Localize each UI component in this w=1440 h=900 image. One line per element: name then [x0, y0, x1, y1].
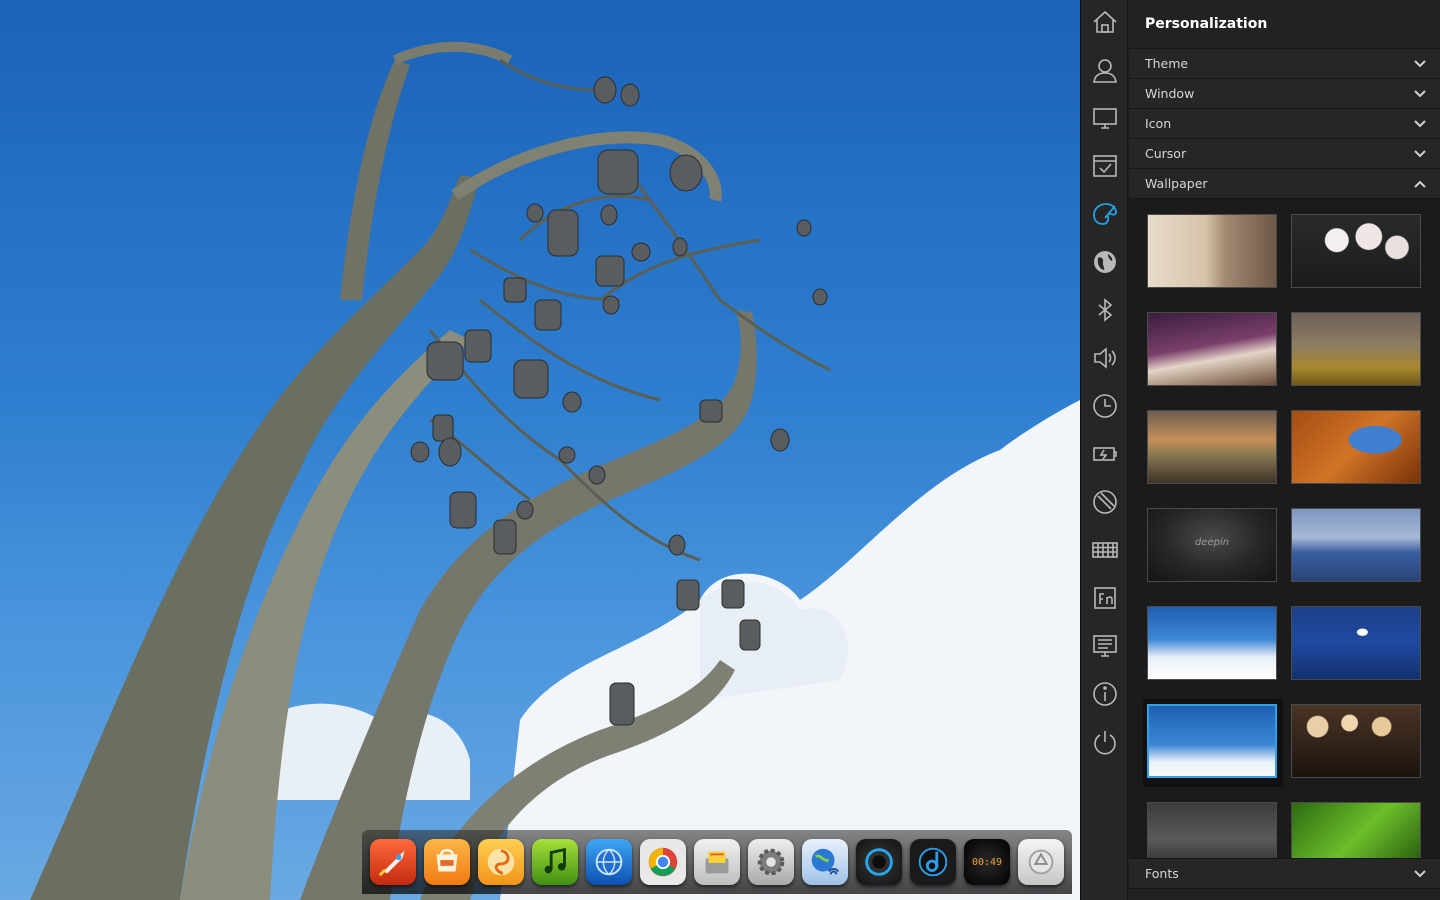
chrome-icon[interactable]	[640, 839, 686, 885]
nav-sound[interactable]	[1081, 336, 1129, 380]
chevron-down-icon	[1414, 120, 1426, 128]
section-label: Wallpaper	[1145, 176, 1208, 191]
shutdown-icon	[1094, 731, 1116, 755]
section-label: Icon	[1145, 116, 1172, 131]
wallpaper-grid: deepin	[1129, 199, 1440, 858]
settings-icon[interactable]	[748, 839, 794, 885]
network-icon	[1094, 251, 1116, 273]
wallpaper-thumb-tree-bells[interactable]	[1147, 704, 1277, 778]
swirl-app-icon[interactable]	[478, 839, 524, 885]
shortcuts-icon	[1094, 587, 1116, 609]
nav-bluetooth[interactable]	[1081, 288, 1129, 332]
wallpaper-thumb-bw-street[interactable]	[1147, 802, 1277, 858]
settings-nav-rail	[1080, 0, 1128, 900]
section-icon[interactable]: Icon	[1129, 109, 1440, 139]
mouse-icon	[1093, 490, 1117, 514]
desktop-wallpaper: 00:49	[0, 0, 1080, 900]
section-fonts[interactable]: Fonts	[1129, 858, 1440, 889]
about-icon	[1093, 682, 1117, 706]
clock-time: 00:49	[971, 856, 1003, 868]
nav-power[interactable]	[1081, 432, 1129, 476]
deepin-music-icon[interactable]	[910, 839, 956, 885]
wallpaper-thumb-room-interior[interactable]	[1147, 214, 1277, 288]
personalization-icon	[1093, 203, 1117, 225]
nav-keyboard[interactable]	[1081, 528, 1129, 572]
wallpaper-thumb-golden-grass[interactable]	[1291, 312, 1421, 386]
music-icon[interactable]	[532, 839, 578, 885]
section-label: Window	[1145, 86, 1195, 101]
default-apps-icon	[1093, 155, 1117, 177]
display-icon	[1093, 108, 1117, 129]
trash-icon[interactable]	[1018, 839, 1064, 885]
wallpaper-thumb-blue-sky-clouds[interactable]	[1147, 606, 1277, 680]
chevron-down-icon	[1414, 90, 1426, 98]
media-player-icon[interactable]	[856, 839, 902, 885]
file-manager-icon[interactable]	[694, 839, 740, 885]
launcher-icon[interactable]	[370, 839, 416, 885]
bluetooth-icon	[1098, 298, 1113, 322]
page-title: Personalization	[1129, 0, 1440, 49]
section-wallpaper[interactable]: Wallpaper	[1129, 169, 1440, 199]
nav-mouse[interactable]	[1081, 480, 1129, 524]
nav-shortcuts[interactable]	[1081, 576, 1129, 620]
chevron-up-icon	[1414, 180, 1426, 188]
nav-accounts[interactable]	[1081, 48, 1129, 92]
section-label: Theme	[1145, 56, 1189, 71]
section-label: Fonts	[1145, 866, 1179, 881]
section-theme[interactable]: Theme	[1129, 49, 1440, 79]
wallpaper-thumb-label: deepin	[1194, 537, 1230, 548]
dock: 00:49	[362, 830, 1072, 894]
network-globe-icon[interactable]	[802, 839, 848, 885]
nav-home[interactable]	[1081, 0, 1129, 44]
nav-personalization[interactable]	[1081, 192, 1129, 236]
system-info-icon	[1093, 635, 1117, 657]
nav-display[interactable]	[1081, 96, 1129, 140]
nav-default-apps[interactable]	[1081, 144, 1129, 188]
chevron-down-icon	[1414, 60, 1426, 68]
user-icon	[1093, 59, 1117, 83]
chevron-down-icon	[1414, 870, 1426, 878]
keyboard-icon	[1092, 542, 1118, 558]
wallpaper-scene	[30, 41, 1080, 900]
nav-datetime[interactable]	[1081, 384, 1129, 428]
clock-icon[interactable]: 00:49	[964, 839, 1010, 885]
wallpaper-thumb-green-leaves[interactable]	[1291, 802, 1421, 858]
wallpaper-thumb-seagull-ocean[interactable]	[1291, 606, 1421, 680]
wallpaper-thumb-deepin-dark[interactable]: deepin	[1147, 508, 1277, 582]
sound-icon	[1094, 347, 1116, 369]
browser-globe-icon[interactable]	[586, 839, 632, 885]
wallpaper-thumb-sea-shore[interactable]	[1291, 508, 1421, 582]
wallpaper-thumb-rock-arch[interactable]	[1291, 410, 1421, 484]
section-window[interactable]: Window	[1129, 79, 1440, 109]
nav-network[interactable]	[1081, 240, 1129, 284]
personalization-panel: Personalization Theme Window Icon Cursor…	[1129, 0, 1440, 900]
nav-system-info[interactable]	[1081, 624, 1129, 668]
nav-shutdown[interactable]	[1081, 720, 1129, 764]
wallpaper-thumb-bridge-night[interactable]	[1147, 312, 1277, 386]
wallpaper-thumb-paper-boat[interactable]	[1147, 410, 1277, 484]
chevron-down-icon	[1414, 150, 1426, 158]
wallpaper-thumb-lanterns[interactable]	[1291, 704, 1421, 778]
wallpaper-thumb-cherry-blossom[interactable]	[1291, 214, 1421, 288]
power-icon	[1093, 447, 1117, 461]
datetime-icon	[1093, 394, 1117, 418]
nav-about[interactable]	[1081, 672, 1129, 716]
home-icon	[1093, 10, 1117, 33]
section-label: Cursor	[1145, 146, 1187, 161]
section-cursor[interactable]: Cursor	[1129, 139, 1440, 169]
store-icon[interactable]	[424, 839, 470, 885]
